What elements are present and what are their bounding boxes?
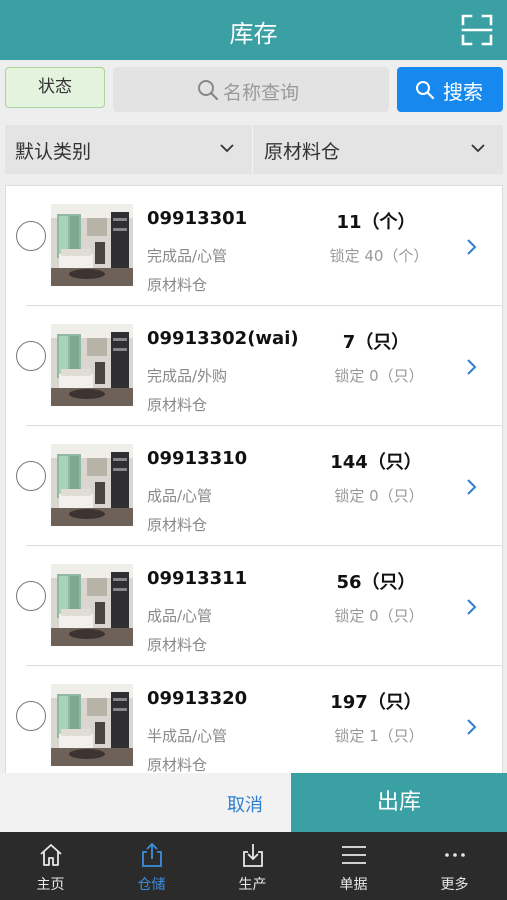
item-code: 09913311 — [147, 568, 248, 589]
chevron-right-icon[interactable] — [466, 478, 478, 496]
tab-documents[interactable]: 单据 — [303, 832, 404, 900]
search-button-label: 搜索 — [443, 80, 483, 104]
item-quantity: 56（只） — [336, 572, 416, 593]
tab-production[interactable]: 生产 — [202, 832, 303, 900]
item-category: 完成品/外购 — [147, 367, 228, 385]
bottom-tab-bar: 主页 仓储 生产 单据 更多 — [0, 832, 507, 900]
product-thumbnail — [51, 684, 133, 766]
filter-dropdowns: 默认类别 原材料仓 — [5, 125, 503, 174]
item-locked: 锁定 1（只） — [334, 727, 424, 745]
item-category: 半成品/心管 — [147, 727, 228, 745]
product-thumbnail — [51, 204, 133, 286]
status-filter-button[interactable]: 状态 — [5, 67, 105, 108]
search-placeholder: 名称查询 — [223, 82, 300, 104]
item-warehouse: 原材料仓 — [147, 756, 208, 773]
category-dropdown[interactable]: 默认类别 — [5, 125, 253, 174]
tab-warehouse[interactable]: 仓储 — [101, 832, 202, 900]
chevron-down-icon — [220, 144, 234, 153]
list-item[interactable]: 09913311 56（只） 成品/心管 锁定 0（只） 原材料仓 — [6, 546, 502, 666]
list-item[interactable]: 09913320 197（只） 半成品/心管 锁定 1（只） 原材料仓 — [6, 666, 502, 773]
warehouse-dropdown-label: 原材料仓 — [264, 141, 341, 163]
list-item[interactable]: 09913302(wai) 7（只） 完成品/外购 锁定 0（只） 原材料仓 — [6, 306, 502, 426]
tab-label: 主页 — [36, 877, 65, 893]
item-locked: 锁定 0（只） — [334, 487, 424, 505]
chevron-right-icon[interactable] — [466, 718, 478, 736]
search-icon — [198, 80, 219, 101]
chevron-right-icon[interactable] — [466, 358, 478, 376]
item-warehouse: 原材料仓 — [147, 396, 208, 414]
page-title: 库存 — [229, 20, 278, 48]
warehouse-dropdown[interactable]: 原材料仓 — [254, 125, 503, 174]
tab-home[interactable]: 主页 — [0, 832, 101, 900]
item-quantity: 197（只） — [330, 692, 422, 713]
home-icon — [40, 844, 62, 866]
select-radio[interactable] — [16, 221, 46, 251]
search-icon — [416, 81, 435, 100]
item-category: 成品/心管 — [147, 607, 213, 625]
item-quantity: 7（只） — [342, 332, 410, 353]
outbound-button[interactable]: 出库 — [291, 773, 507, 832]
category-dropdown-label: 默认类别 — [15, 141, 92, 163]
item-code: 09913320 — [147, 688, 248, 709]
select-radio[interactable] — [16, 581, 46, 611]
list-icon — [342, 846, 366, 864]
chevron-down-icon — [471, 144, 485, 153]
inventory-list: 09913301 11（个） 完成品/心管 锁定 40（个） 原材料仓 0991… — [5, 185, 503, 773]
product-thumbnail — [51, 444, 133, 526]
product-thumbnail — [51, 324, 133, 406]
item-locked: 锁定 0（只） — [334, 607, 424, 625]
list-item[interactable]: 09913310 144（只） 成品/心管 锁定 0（只） 原材料仓 — [6, 426, 502, 546]
item-code: 09913302(wai) — [147, 328, 299, 349]
cancel-button-label: 取消 — [227, 795, 263, 816]
tab-label: 单据 — [339, 877, 368, 893]
cancel-button[interactable]: 取消 — [0, 773, 291, 832]
search-input[interactable]: 名称查询 — [113, 67, 389, 112]
item-code: 09913310 — [147, 448, 248, 469]
top-header: 库存 — [0, 0, 507, 60]
select-radio[interactable] — [16, 461, 46, 491]
search-button[interactable]: 搜索 — [397, 67, 503, 112]
select-radio[interactable] — [16, 701, 46, 731]
item-category: 成品/心管 — [147, 487, 213, 505]
download-icon — [243, 844, 263, 867]
chevron-right-icon[interactable] — [466, 598, 478, 616]
item-category: 完成品/心管 — [147, 247, 228, 265]
inventory-screen: 库存 状态 名称查询 搜索 默认类别 原材料仓 09913301 11（个） 完… — [0, 0, 507, 900]
select-radio[interactable] — [16, 341, 46, 371]
product-thumbnail — [51, 564, 133, 646]
tab-label: 生产 — [238, 877, 267, 893]
item-warehouse: 原材料仓 — [147, 276, 208, 294]
chevron-right-icon[interactable] — [466, 238, 478, 256]
item-warehouse: 原材料仓 — [147, 516, 208, 534]
item-locked: 锁定 40（个） — [329, 247, 429, 265]
item-quantity: 11（个） — [336, 212, 416, 233]
item-warehouse: 原材料仓 — [147, 636, 208, 654]
list-item[interactable]: 09913301 11（个） 完成品/心管 锁定 40（个） 原材料仓 — [6, 186, 502, 306]
scan-icon[interactable] — [461, 14, 493, 46]
item-locked: 锁定 0（只） — [334, 367, 424, 385]
item-code: 09913301 — [147, 208, 248, 229]
tab-label: 仓储 — [137, 877, 166, 893]
upload-icon — [142, 842, 162, 867]
action-bar: 取消 出库 — [0, 773, 507, 832]
more-icon — [445, 853, 465, 857]
item-quantity: 144（只） — [330, 452, 422, 473]
tab-label: 更多 — [440, 877, 469, 893]
tab-more[interactable]: 更多 — [404, 832, 505, 900]
